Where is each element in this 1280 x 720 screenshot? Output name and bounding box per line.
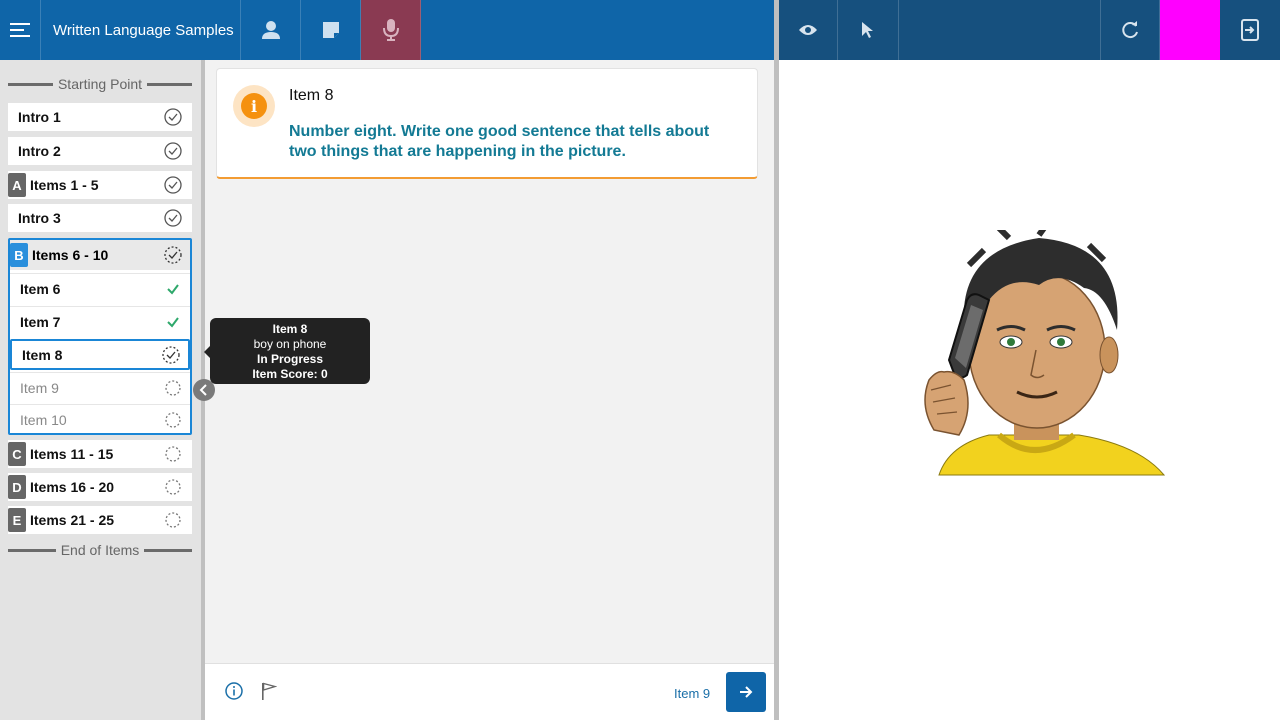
exit-icon — [1241, 19, 1259, 41]
boy-on-phone-illustration — [924, 230, 1166, 476]
sidebar-item-items-16-20[interactable]: D Items 16 - 20 — [8, 473, 192, 501]
checkmark-icon — [167, 317, 179, 328]
group-label: Items 6 - 10 — [32, 247, 109, 263]
item-footer: Item 9 — [205, 663, 774, 720]
section-badge: A — [8, 173, 26, 197]
sidebar-item-intro-1[interactable]: Intro 1 — [8, 103, 192, 131]
not-started-icon — [165, 512, 181, 528]
sidebar-item-label: Items 21 - 25 — [30, 512, 115, 528]
sidebar-item-label: Item 6 — [20, 281, 61, 297]
check-circle-icon — [164, 142, 182, 160]
section-badge: E — [8, 508, 26, 532]
tooltip-description: boy on phone — [253, 337, 327, 351]
sidebar-item-items-11-15[interactable]: C Items 11 - 15 — [8, 440, 192, 468]
sidebar-item-label: Item 7 — [20, 314, 61, 330]
sidebar-item-label: Items 1 - 5 — [30, 177, 99, 193]
end-of-items-separator: End of Items — [8, 542, 192, 558]
sidebar-item-label: Intro 3 — [18, 210, 61, 226]
exit-button[interactable] — [1220, 0, 1280, 60]
stimulus-toolbar — [779, 0, 1280, 60]
pointer-icon — [862, 22, 873, 38]
item-instruction: Number eight. Write one good sentence th… — [289, 123, 710, 160]
flag-icon[interactable] — [261, 682, 277, 700]
top-toolbar: Written Language Samples — [0, 0, 774, 60]
menu-button[interactable] — [0, 0, 41, 60]
microphone-icon — [382, 19, 399, 41]
examinee-button[interactable] — [241, 0, 301, 60]
next-item-label: Item 9 — [674, 686, 711, 701]
sidebar-item-items-1-5[interactable]: A Items 1 - 5 — [8, 171, 192, 199]
info-icon[interactable] — [225, 682, 243, 700]
item-title: Item 8 — [289, 87, 334, 104]
chevron-left-icon — [199, 384, 207, 396]
hamburger-icon — [10, 23, 30, 37]
starting-point-separator: Starting Point — [8, 76, 192, 92]
item-instruction-card: i Item 8 Number eight. Write one good se… — [216, 68, 758, 179]
microphone-button[interactable] — [361, 0, 421, 60]
info-badge: i — [233, 85, 275, 127]
arrow-right-icon — [740, 686, 753, 698]
sidebar-item-label: Items 11 - 15 — [30, 446, 114, 462]
check-circle-icon — [164, 209, 182, 227]
tooltip-score: Item Score: 0 — [252, 367, 328, 381]
refresh-button[interactable] — [1100, 0, 1160, 60]
tooltip-title: Item 8 — [272, 322, 308, 336]
in-progress-icon — [162, 346, 180, 364]
not-started-icon — [165, 479, 181, 495]
app-title: Written Language Samples — [41, 0, 241, 60]
stimulus-pane — [779, 60, 1280, 720]
group-header[interactable]: B Items 6 - 10 — [10, 240, 190, 270]
sidebar-item-item-7[interactable]: Item 7 — [10, 306, 190, 337]
item-tooltip: Item 8 boy on phone In Progress Item Sco… — [204, 318, 370, 384]
info-icon: i — [241, 93, 267, 119]
sidebar-group-items-6-10: B Items 6 - 10 Item 6 Item 7 Item 8 Item… — [8, 238, 192, 435]
sidebar-item-label: Item 9 — [20, 380, 59, 396]
not-started-icon — [165, 446, 181, 462]
not-started-icon — [165, 380, 181, 396]
sidebar-item-item-10[interactable]: Item 10 — [10, 404, 190, 435]
sidebar-item-item-9[interactable]: Item 9 — [10, 372, 190, 403]
not-started-icon — [165, 412, 181, 428]
tooltip-status: In Progress — [256, 352, 324, 366]
sidebar-item-label: Intro 1 — [18, 109, 61, 125]
section-badge: B — [10, 243, 28, 267]
eye-icon — [799, 25, 817, 35]
sidebar-item-label: Item 8 — [22, 346, 63, 363]
note-icon — [322, 22, 339, 38]
end-of-items-label: End of Items — [60, 542, 140, 558]
section-badge: D — [8, 475, 26, 499]
checkmark-icon — [167, 284, 179, 295]
sidebar-item-intro-3[interactable]: Intro 3 — [8, 204, 192, 232]
check-circle-icon — [164, 108, 182, 126]
check-circle-icon — [164, 176, 182, 194]
refresh-icon — [1122, 21, 1138, 39]
accent-block — [1160, 0, 1220, 60]
sidebar-item-label: Items 16 - 20 — [30, 479, 115, 495]
starting-point-label: Starting Point — [57, 76, 143, 92]
section-badge: C — [8, 442, 26, 466]
sidebar-item-intro-2[interactable]: Intro 2 — [8, 137, 192, 165]
next-item-button[interactable] — [726, 672, 766, 712]
sidebar-item-items-21-25[interactable]: E Items 21 - 25 — [8, 506, 192, 534]
view-button[interactable] — [779, 0, 838, 60]
in-progress-icon — [164, 246, 182, 264]
person-icon — [261, 21, 280, 39]
sidebar-item-item-6[interactable]: Item 6 — [10, 273, 190, 304]
sidebar-item-label: Item 10 — [20, 412, 67, 428]
pointer-button[interactable] — [838, 0, 899, 60]
notes-button[interactable] — [301, 0, 361, 60]
sidebar-item-label: Intro 2 — [18, 143, 61, 159]
sidebar-item-item-8[interactable]: Item 8 — [10, 339, 190, 370]
